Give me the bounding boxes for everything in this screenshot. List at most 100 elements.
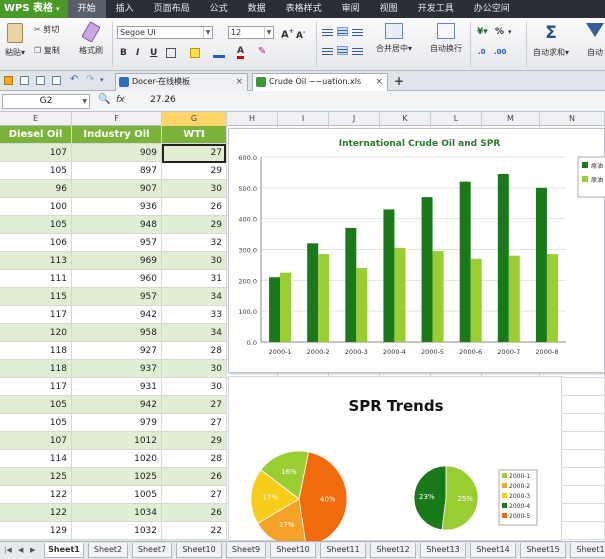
menu-7[interactable]: 视图: [370, 0, 408, 18]
align-middle-icon[interactable]: [337, 27, 348, 36]
table-cell[interactable]: 29: [162, 432, 227, 450]
percent-button[interactable]: %: [495, 26, 504, 38]
table-cell[interactable]: 105: [0, 216, 72, 234]
save-icon[interactable]: [20, 76, 29, 85]
menu-0[interactable]: 开始: [67, 0, 106, 18]
prev-sheet-icon[interactable]: ◀: [18, 546, 23, 554]
column-header-K[interactable]: K: [380, 112, 431, 126]
autofilter-button[interactable]: 自动: [582, 23, 605, 58]
bar-1-2[interactable]: [356, 268, 368, 342]
bar-1-5[interactable]: [470, 258, 482, 342]
table-cell[interactable]: 957: [72, 288, 162, 306]
table-cell[interactable]: 122: [0, 504, 72, 522]
close-icon[interactable]: ×: [235, 74, 243, 90]
table-cell[interactable]: 907: [72, 180, 162, 198]
redo-icon[interactable]: ↷: [86, 74, 94, 85]
align-bottom-icon[interactable]: [352, 27, 363, 36]
table-cell[interactable]: 122: [0, 486, 72, 504]
open-folder-icon[interactable]: [4, 76, 13, 85]
sheet-tab-8[interactable]: Sheet13: [420, 543, 466, 558]
formula-input[interactable]: 27.26: [150, 95, 176, 105]
menu-3[interactable]: 公式: [200, 0, 238, 18]
first-sheet-icon[interactable]: |◀: [4, 546, 12, 554]
sheet-tab-7[interactable]: Sheet12: [370, 543, 416, 558]
column-header-L[interactable]: L: [431, 112, 482, 126]
sheet-tab-9[interactable]: Sheet14: [470, 543, 516, 558]
pie-chart-spr-trends[interactable]: SPR Trends 40% 17% 17% 16% 25% 23% 2000-1 2000-2…: [228, 376, 562, 548]
table-cell[interactable]: 106: [0, 234, 72, 252]
table-cell[interactable]: 111: [0, 270, 72, 288]
align-top-icon[interactable]: [322, 27, 333, 36]
borders-icon[interactable]: [166, 48, 176, 58]
menu-5[interactable]: 表格样式: [276, 0, 332, 18]
copy-button[interactable]: ❐ 复制: [34, 45, 60, 56]
fill-color-icon[interactable]: [190, 48, 200, 58]
bar-1-4[interactable]: [432, 251, 444, 342]
table-cell[interactable]: 28: [162, 342, 227, 360]
undo-icon[interactable]: ↶: [70, 74, 78, 85]
column-header-F[interactable]: F: [72, 112, 162, 126]
table-cell[interactable]: 897: [72, 162, 162, 180]
table-cell[interactable]: 957: [72, 234, 162, 252]
menu-1[interactable]: 插入: [106, 0, 144, 18]
table-cell[interactable]: 909: [72, 144, 162, 162]
table-cell[interactable]: 117: [0, 378, 72, 396]
menu-4[interactable]: 数据: [238, 0, 276, 18]
column-header-H[interactable]: H: [227, 112, 278, 126]
font-size-select[interactable]: 12 ▼: [228, 26, 274, 39]
merge-center-button[interactable]: 合并居中▾: [372, 23, 416, 54]
font-name-select[interactable]: Segoe UI ▼: [117, 26, 213, 39]
table-cell[interactable]: 26: [162, 468, 227, 486]
column-header-E[interactable]: E: [0, 112, 72, 126]
table-cell[interactable]: 107: [0, 432, 72, 450]
column-header-I[interactable]: I: [278, 112, 329, 126]
table-cell[interactable]: 118: [0, 360, 72, 378]
table-cell[interactable]: 100: [0, 198, 72, 216]
tab-crude-oil-workbook[interactable]: Crude Oil ~~uation.xls ×: [252, 73, 388, 91]
table-cell[interactable]: 948: [72, 216, 162, 234]
clear-format-icon[interactable]: ✎: [258, 46, 266, 57]
bar-0-2[interactable]: [345, 227, 357, 342]
table-cell[interactable]: 979: [72, 414, 162, 432]
table-cell[interactable]: 30: [162, 252, 227, 270]
bar-1-3[interactable]: [394, 247, 406, 342]
table-cell[interactable]: 1025: [72, 468, 162, 486]
table-cell[interactable]: 1032: [72, 522, 162, 540]
menu-8[interactable]: 开发工具: [408, 0, 464, 18]
table-cell[interactable]: 115: [0, 288, 72, 306]
table-cell[interactable]: 1005: [72, 486, 162, 504]
table-cell[interactable]: 27: [162, 396, 227, 414]
table-cell[interactable]: 30: [162, 180, 227, 198]
sheet-tab-3[interactable]: Sheet10: [176, 543, 222, 558]
underline-button[interactable]: U: [150, 47, 157, 59]
table-cell[interactable]: 936: [72, 198, 162, 216]
name-box[interactable]: G2 ▼: [2, 94, 90, 109]
bar-0-7[interactable]: [535, 187, 547, 342]
table-cell[interactable]: 927: [72, 342, 162, 360]
currency-button[interactable]: ¥▾: [477, 26, 488, 38]
sheet-tab-5[interactable]: Sheet10: [270, 543, 316, 558]
table-cell[interactable]: 28: [162, 450, 227, 468]
table-cell[interactable]: 26: [162, 198, 227, 216]
sheet-tab-4[interactable]: Sheet9: [226, 543, 266, 558]
table-cell[interactable]: 96: [0, 180, 72, 198]
sheet-tab-6[interactable]: Sheet11: [320, 543, 366, 558]
table-cell[interactable]: 32: [162, 234, 227, 252]
table-cell[interactable]: 33: [162, 306, 227, 324]
table-cell[interactable]: 125: [0, 468, 72, 486]
bar-1-1[interactable]: [318, 254, 330, 342]
table-cell[interactable]: 29: [162, 162, 227, 180]
table-cell[interactable]: 30: [162, 378, 227, 396]
table-cell[interactable]: 931: [72, 378, 162, 396]
table-cell[interactable]: 105: [0, 414, 72, 432]
bar-1-7[interactable]: [546, 254, 558, 342]
table-cell[interactable]: 29: [162, 216, 227, 234]
bar-0-5[interactable]: [459, 181, 471, 342]
next-sheet-icon[interactable]: ▶: [30, 546, 35, 554]
table-cell[interactable]: 129: [0, 522, 72, 540]
decimal-increase-button[interactable]: .0: [478, 46, 486, 58]
align-center-icon[interactable]: [337, 46, 348, 55]
paste-button[interactable]: 粘贴▾: [3, 23, 27, 58]
bold-button[interactable]: B: [120, 47, 127, 59]
menu-6[interactable]: 审阅: [332, 0, 370, 18]
